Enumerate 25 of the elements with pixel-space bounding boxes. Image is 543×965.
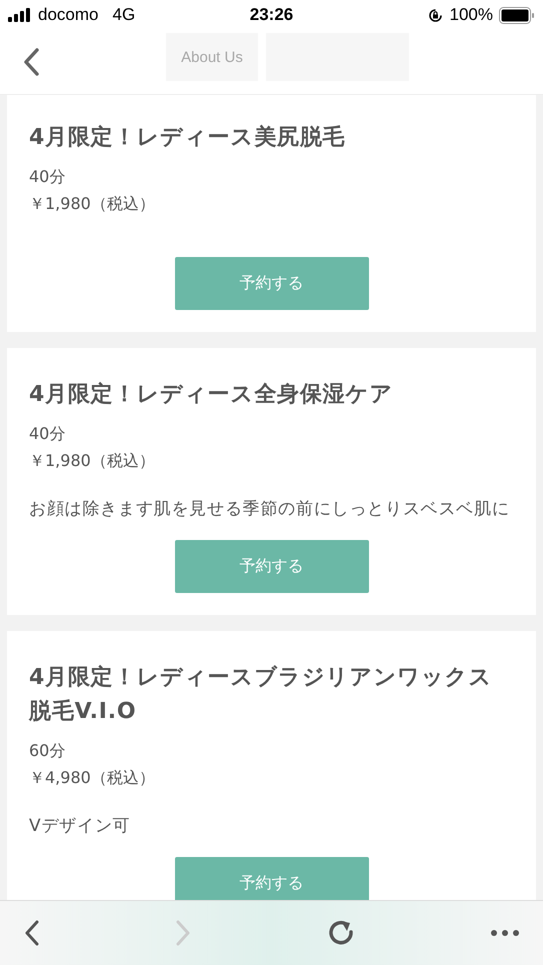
signal-icon bbox=[8, 8, 32, 22]
network-type: 4G bbox=[112, 5, 136, 25]
more-icon[interactable] bbox=[491, 930, 519, 936]
reserve-button[interactable]: 予約する bbox=[174, 857, 368, 900]
reserve-button[interactable]: 予約する bbox=[174, 257, 368, 310]
battery-percent: 100% bbox=[450, 5, 493, 25]
tab[interactable]: About Us bbox=[166, 33, 258, 81]
duration: 40分 bbox=[29, 166, 66, 188]
duration: 40分 bbox=[29, 423, 66, 445]
menu-description: お顔は除きます肌を見せる季節の前にしっとりスベスベ肌に bbox=[29, 498, 511, 521]
back-icon[interactable] bbox=[24, 920, 40, 946]
price: ￥1,980（税込） bbox=[29, 450, 156, 472]
menu-title: 4月限定！レディースブラジリアンワックス脱毛V.I.O bbox=[29, 664, 494, 726]
menu-title: 4月限定！レディース美尻脱毛 bbox=[29, 124, 347, 152]
back-icon[interactable] bbox=[22, 47, 40, 77]
price: ￥1,980（税込） bbox=[29, 193, 156, 215]
clock: 23:26 bbox=[250, 5, 294, 25]
price: ￥4,980（税込） bbox=[29, 767, 156, 789]
battery-icon bbox=[499, 6, 535, 24]
menu-description: Vデザイン可 bbox=[29, 815, 132, 838]
reserve-button[interactable]: 予約する bbox=[174, 540, 368, 593]
carrier-name: docomo bbox=[38, 5, 98, 25]
rotation-lock-icon bbox=[426, 6, 444, 24]
menu-title: 4月限定！レディース全身保湿ケア bbox=[29, 380, 394, 409]
duration: 60分 bbox=[29, 740, 66, 762]
